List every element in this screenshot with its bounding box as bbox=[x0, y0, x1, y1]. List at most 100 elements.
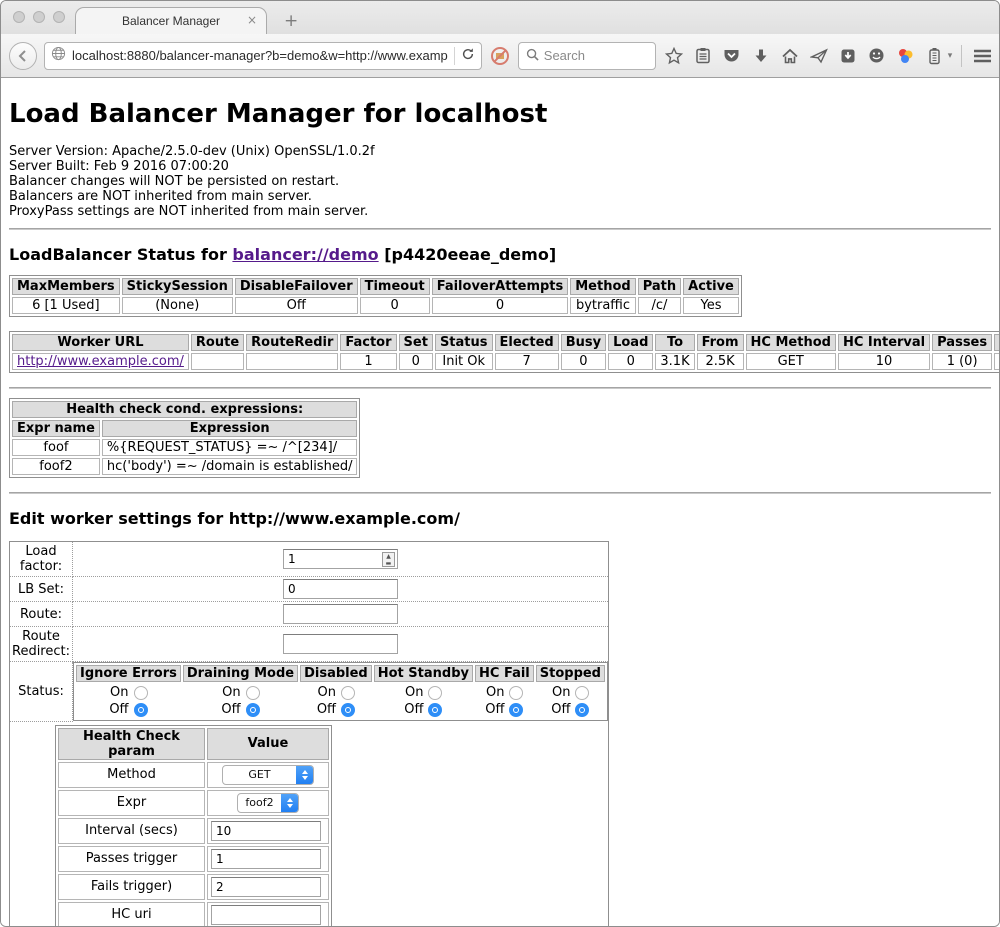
hc-uri-input[interactable] bbox=[211, 905, 321, 925]
window-zoom-button[interactable] bbox=[53, 11, 65, 23]
save-icon[interactable] bbox=[837, 44, 859, 68]
persist-note-line: Balancer changes will NOT be persisted o… bbox=[9, 174, 991, 189]
url-bar[interactable]: localhost:8880/balancer-manager?b=demo&w… bbox=[44, 42, 482, 70]
route-redirect-label: Route Redirect: bbox=[10, 627, 73, 662]
col-disablefailover: DisableFailover bbox=[235, 278, 358, 295]
worker-status-table: Worker URL Route RouteRedir Factor Set S… bbox=[9, 331, 999, 373]
table-row: 6 [1 Used] (None) Off 0 0 bytraffic /c/ … bbox=[12, 297, 739, 314]
back-icon[interactable] bbox=[9, 42, 37, 70]
star-icon[interactable] bbox=[663, 44, 685, 68]
edit-worker-form: Load factor: ▲▬ LB Set: Route: Route Red… bbox=[9, 541, 609, 927]
search-bar[interactable]: Search bbox=[518, 42, 656, 70]
server-built-line: Server Built: Feb 9 2016 07:00:20 bbox=[9, 159, 991, 174]
method-label: Method bbox=[58, 762, 205, 788]
download-icon[interactable] bbox=[750, 44, 772, 68]
radio-off-label: Off bbox=[109, 702, 128, 717]
disabled-off-radio[interactable] bbox=[341, 703, 355, 717]
method-select[interactable]: GET bbox=[222, 765, 314, 785]
pocket-icon[interactable] bbox=[721, 44, 743, 68]
globe-icon bbox=[51, 46, 66, 65]
divider bbox=[9, 492, 991, 494]
expr-label: Expr bbox=[58, 790, 205, 816]
new-tab-button[interactable]: + bbox=[284, 13, 298, 30]
draining-mode-on-radio[interactable] bbox=[246, 686, 260, 700]
balancer-status-heading: LoadBalancer Status for balancer://demo … bbox=[9, 245, 991, 264]
route-redirect-input[interactable] bbox=[283, 634, 398, 654]
server-info: Server Version: Apache/2.5.0-dev (Unix) … bbox=[9, 144, 991, 219]
col-hc-param: Health Check param bbox=[58, 728, 205, 760]
tab-bar: Balancer Manager × + bbox=[1, 1, 999, 34]
smiley-icon[interactable] bbox=[866, 44, 888, 68]
stopped-on-radio[interactable] bbox=[575, 686, 589, 700]
window-close-button[interactable] bbox=[13, 11, 25, 23]
tab-close-icon[interactable]: × bbox=[247, 14, 257, 26]
col-hc-value: Value bbox=[207, 728, 329, 760]
expr-select[interactable]: foof2 bbox=[237, 793, 299, 813]
reading-list-icon[interactable] bbox=[692, 44, 714, 68]
inherit-note-line: Balancers are NOT inherited from main se… bbox=[9, 189, 991, 204]
passes-trigger-input[interactable] bbox=[211, 849, 321, 869]
chevron-down-icon[interactable]: ▾ bbox=[948, 51, 953, 61]
browser-tab[interactable]: Balancer Manager × bbox=[75, 7, 267, 34]
page-content: Load Balancer Manager for localhost Serv… bbox=[1, 78, 999, 927]
colors-icon[interactable] bbox=[895, 44, 917, 68]
col-disabled: Disabled bbox=[300, 665, 372, 682]
route-label: Route: bbox=[10, 602, 73, 627]
hot-standby-on-radio[interactable] bbox=[428, 686, 442, 700]
expr-table-title: Health check cond. expressions: bbox=[12, 401, 357, 418]
status-heading-prefix: LoadBalancer Status for bbox=[9, 245, 227, 264]
reload-icon[interactable] bbox=[461, 46, 475, 65]
toolbar-divider bbox=[961, 45, 962, 67]
status-label: Status: bbox=[10, 662, 73, 722]
ignore-errors-off-radio[interactable] bbox=[134, 703, 148, 717]
lb-set-input[interactable] bbox=[283, 579, 398, 599]
url-text[interactable]: localhost:8880/balancer-manager?b=demo&w… bbox=[72, 48, 448, 63]
col-timeout: Timeout bbox=[360, 278, 430, 295]
number-spinner-icon[interactable]: ▲▬ bbox=[382, 552, 395, 567]
divider bbox=[9, 387, 991, 389]
send-icon[interactable] bbox=[808, 44, 830, 68]
url-divider bbox=[454, 47, 455, 65]
edit-worker-heading: Edit worker settings for http://www.exam… bbox=[9, 509, 991, 528]
col-stickysession: StickySession bbox=[122, 278, 233, 295]
load-factor-input[interactable] bbox=[283, 549, 398, 569]
worker-url-link[interactable]: http://www.example.com/ bbox=[17, 354, 184, 369]
expr-table: Health check cond. expressions: Expr nam… bbox=[9, 398, 360, 478]
load-factor-label: Load factor: bbox=[10, 542, 73, 577]
fails-trigger-input[interactable] bbox=[211, 877, 321, 897]
health-check-table: Health Check param Value Method GET bbox=[55, 725, 332, 927]
tab-title: Balancer Manager bbox=[122, 14, 220, 28]
col-expression: Expression bbox=[102, 420, 358, 437]
col-worker-url: Worker URL bbox=[12, 334, 189, 351]
route-input[interactable] bbox=[283, 604, 398, 624]
block-icon[interactable] bbox=[489, 44, 511, 68]
search-placeholder: Search bbox=[544, 48, 585, 63]
hc-uri-label: HC uri bbox=[58, 902, 205, 927]
draining-mode-off-radio[interactable] bbox=[246, 703, 260, 717]
hc-fail-on-radio[interactable] bbox=[509, 686, 523, 700]
window-minimize-button[interactable] bbox=[33, 11, 45, 23]
col-hc-fail: HC Fail bbox=[475, 665, 534, 682]
ignore-errors-on-radio[interactable] bbox=[134, 686, 148, 700]
lb-set-label: LB Set: bbox=[10, 577, 73, 602]
server-version-line: Server Version: Apache/2.5.0-dev (Unix) … bbox=[9, 144, 991, 159]
home-icon[interactable] bbox=[779, 44, 801, 68]
table-row: http://www.example.com/ 1 0 Init Ok 7 0 … bbox=[12, 353, 999, 370]
col-failoverattempts: FailoverAttempts bbox=[432, 278, 569, 295]
hc-fail-off-radio[interactable] bbox=[509, 703, 523, 717]
proxypass-note-line: ProxyPass settings are NOT inherited fro… bbox=[9, 204, 991, 219]
interval-input[interactable] bbox=[211, 821, 321, 841]
divider bbox=[9, 228, 991, 230]
stopped-off-radio[interactable] bbox=[575, 703, 589, 717]
disabled-on-radio[interactable] bbox=[341, 686, 355, 700]
select-stepper-icon bbox=[296, 765, 313, 785]
menu-icon[interactable] bbox=[971, 44, 993, 68]
page-title: Load Balancer Manager for localhost bbox=[9, 99, 991, 129]
balancer-demo-link[interactable]: balancer://demo bbox=[232, 245, 378, 264]
col-active: Active bbox=[683, 278, 739, 295]
battery-icon[interactable] bbox=[924, 44, 946, 68]
col-method: Method bbox=[570, 278, 635, 295]
fails-trigger-label: Fails trigger) bbox=[58, 874, 205, 900]
hot-standby-off-radio[interactable] bbox=[428, 703, 442, 717]
browser-window: Balancer Manager × + localhost:8880/bala… bbox=[0, 0, 1000, 927]
